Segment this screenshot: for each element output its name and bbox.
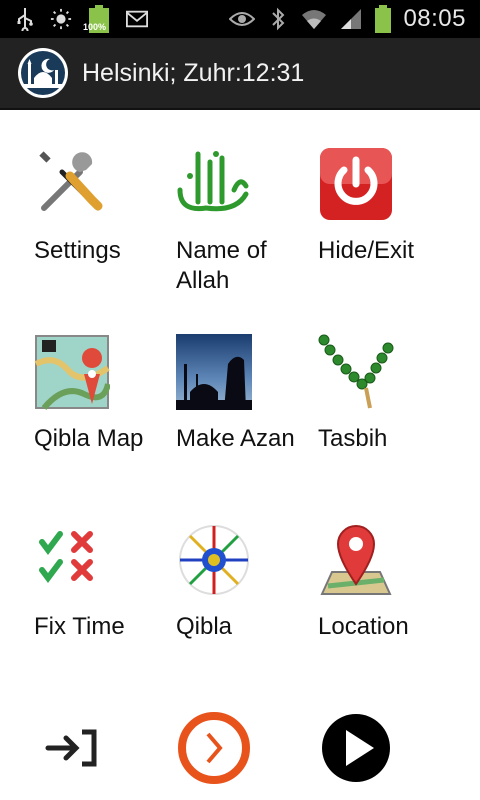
menu-grid: Settings Name of Allah Hide/Exit Qibla M… bbox=[0, 110, 480, 800]
mosque-silhouette-icon bbox=[176, 334, 252, 410]
sign-in-icon bbox=[34, 710, 110, 786]
menu-item-settings[interactable]: Settings bbox=[34, 146, 174, 276]
qibla-map-icon bbox=[34, 334, 111, 410]
tools-icon bbox=[34, 146, 110, 222]
compass-icon bbox=[176, 522, 252, 598]
prayer-beads-icon bbox=[318, 334, 394, 410]
clock-time: 08:05 bbox=[403, 5, 466, 32]
menu-item-play[interactable] bbox=[318, 710, 458, 800]
app-title: Helsinki; Zuhr:12:31 bbox=[82, 58, 305, 87]
menu-item-label: Settings bbox=[34, 237, 121, 264]
signal-icon bbox=[339, 8, 363, 30]
menu-item-label: Location bbox=[318, 613, 409, 640]
power-icon bbox=[318, 146, 394, 222]
battery-icon bbox=[375, 5, 392, 33]
status-bar: 100% 08:05 bbox=[0, 0, 480, 38]
menu-item-label: Qibla bbox=[176, 613, 233, 640]
menu-item-hide-exit[interactable]: Hide/Exit bbox=[318, 146, 458, 276]
brightness-icon bbox=[50, 8, 72, 30]
menu-item-label: Qibla Map bbox=[34, 425, 144, 452]
battery-percent-label: 100% bbox=[83, 22, 107, 32]
usb-icon bbox=[14, 8, 36, 31]
check-cross-icon bbox=[34, 522, 110, 598]
menu-item-qibla[interactable]: Qibla bbox=[176, 522, 316, 652]
eye-icon bbox=[229, 8, 256, 30]
play-icon bbox=[318, 710, 394, 786]
menu-item-orange[interactable] bbox=[176, 710, 316, 800]
location-pin-icon bbox=[318, 522, 394, 598]
menu-item-tasbih[interactable]: Tasbih bbox=[318, 334, 458, 464]
menu-item-label: Name of Allah bbox=[176, 237, 267, 294]
menu-item-label: Hide/Exit bbox=[318, 237, 415, 264]
menu-item-fix-time[interactable]: Fix Time bbox=[34, 522, 174, 652]
battery-full-icon: 100% bbox=[83, 4, 112, 34]
menu-item-name-of-allah[interactable]: Name of Allah bbox=[176, 146, 316, 306]
allah-calligraphy-icon bbox=[176, 146, 252, 222]
menu-item-label: Make Azan bbox=[176, 425, 295, 452]
wifi-icon bbox=[301, 8, 327, 30]
menu-item-label: Fix Time bbox=[34, 613, 125, 640]
menu-item-label: Tasbih bbox=[318, 425, 388, 452]
menu-item-make-azan[interactable]: Make Azan bbox=[176, 334, 316, 494]
mosque-icon[interactable] bbox=[18, 48, 68, 98]
menu-item-location[interactable]: Location bbox=[318, 522, 458, 652]
menu-item-login[interactable] bbox=[34, 710, 174, 800]
app-bar: Helsinki; Zuhr:12:31 bbox=[0, 38, 480, 110]
orange-arrow-icon bbox=[176, 710, 252, 786]
gmail-icon bbox=[126, 8, 148, 30]
menu-item-qibla-map[interactable]: Qibla Map bbox=[34, 334, 174, 464]
bluetooth-icon bbox=[267, 7, 289, 31]
